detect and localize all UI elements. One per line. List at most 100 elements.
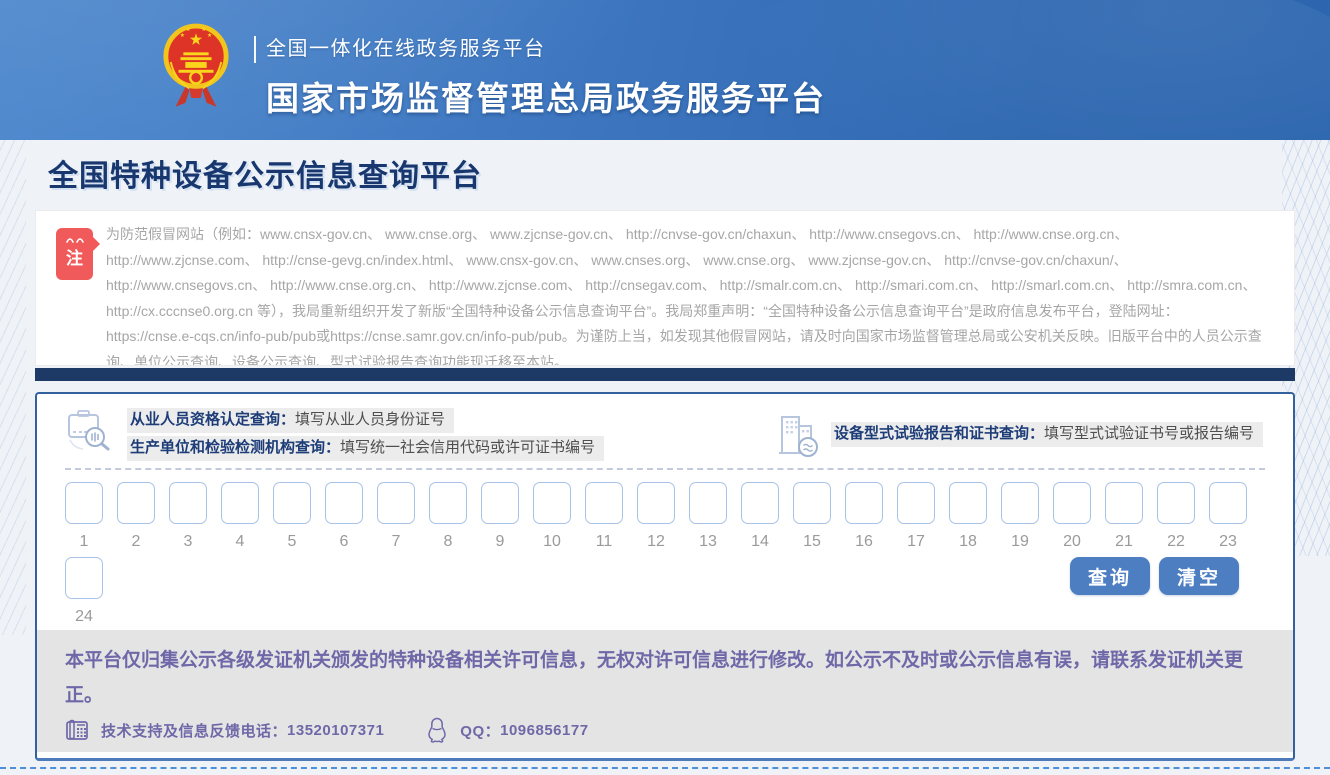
code-cell-input[interactable]	[325, 482, 363, 524]
code-cell-input[interactable]	[377, 482, 415, 524]
dashed-divider	[65, 468, 1265, 470]
footer-panel: 本平台仅归集公示各级发证机关颁发的特种设备相关许可信息，无权对许可信息进行修改。…	[37, 630, 1293, 752]
code-cell-input[interactable]	[481, 482, 519, 524]
query-panel: 从业人员资格认定查询：填写从业人员身份证号 生产单位和检验检测机构查询：填写统一…	[35, 392, 1295, 761]
anti-fake-notice-panel: 注 为防范假冒网站（例如：www.cnsx-gov.cn、 www.cnse.o…	[35, 210, 1295, 366]
device-query-label: 设备型式试验报告和证书查询：	[834, 425, 1044, 442]
unit-query-label-chip: 生产单位和检验检测机构查询：填写统一社会信用代码或许可证书编号	[127, 436, 604, 461]
code-cell-input[interactable]	[273, 482, 311, 524]
squint-face-icon	[64, 235, 86, 244]
code-cell-number: 12	[637, 532, 675, 551]
phone-label: 技术支持及信息反馈电话：	[101, 720, 287, 741]
code-cell-input[interactable]	[585, 482, 623, 524]
code-cell-input[interactable]	[1157, 482, 1195, 524]
svg-text:★: ★	[186, 26, 191, 33]
code-cell-number: 6	[325, 532, 363, 551]
code-cell-input[interactable]	[1053, 482, 1091, 524]
id-card-magnifier-icon	[65, 408, 113, 454]
code-cell-input[interactable]	[741, 482, 779, 524]
code-cell-unit: 7	[377, 482, 415, 551]
page-title: 全国特种设备公示信息查询平台	[48, 151, 482, 195]
code-cell-unit: 17	[897, 482, 935, 551]
code-cell-unit: 1	[65, 482, 103, 551]
person-query-label: 从业人员资格认定查询：	[130, 411, 295, 428]
code-cell-input[interactable]	[949, 482, 987, 524]
code-cell-number: 5	[273, 532, 311, 551]
code-cell-input[interactable]	[65, 557, 103, 599]
code-cell-input[interactable]	[429, 482, 467, 524]
code-cell-number: 14	[741, 532, 779, 551]
qq-number: 1096856177	[500, 722, 588, 739]
code-cell-input[interactable]	[221, 482, 259, 524]
unit-query-hint: 填写统一社会信用代码或许可证书编号	[340, 439, 595, 456]
code-cell-input[interactable]	[845, 482, 883, 524]
code-cells-list: 123456789101112131415161718192021222324	[65, 482, 1257, 626]
code-cell-input[interactable]	[1001, 482, 1039, 524]
code-cell-unit: 3	[169, 482, 207, 551]
svg-text:★: ★	[201, 26, 206, 33]
code-cell-number: 7	[377, 532, 415, 551]
search-button[interactable]: 查询	[1070, 557, 1150, 595]
code-cell-unit: 13	[689, 482, 727, 551]
notice-badge-label: 注	[56, 249, 93, 269]
code-cell-number: 20	[1053, 532, 1091, 551]
code-cell-unit: 10	[533, 482, 571, 551]
clear-button[interactable]: 清空	[1159, 557, 1239, 595]
code-cell-number: 4	[221, 532, 259, 551]
code-cell-number: 8	[429, 532, 467, 551]
code-cell-number: 10	[533, 532, 571, 551]
action-buttons: 查询 清空	[1070, 557, 1239, 595]
national-platform-title: 全国一体化在线政务服务平台	[254, 36, 826, 63]
code-cell-input[interactable]	[897, 482, 935, 524]
code-cell-input[interactable]	[1105, 482, 1143, 524]
code-cell-number: 19	[1001, 532, 1039, 551]
code-cell-unit: 15	[793, 482, 831, 551]
code-cell-unit: 11	[585, 482, 623, 551]
code-cell-unit: 9	[481, 482, 519, 551]
code-cell-number: 2	[117, 532, 155, 551]
code-cell-input[interactable]	[637, 482, 675, 524]
phone-number: 13520107371	[287, 722, 384, 739]
code-cell-unit: 19	[1001, 482, 1039, 551]
code-cell-number: 3	[169, 532, 207, 551]
disclaimer-text: 本平台仅归集公示各级发证机关颁发的特种设备相关许可信息，无权对许可信息进行修改。…	[65, 643, 1265, 713]
code-cell-unit: 20	[1053, 482, 1091, 551]
code-cell-number: 1	[65, 532, 103, 551]
national-emblem-icon: ★ ★ ★ ★	[162, 12, 230, 116]
code-cell-number: 22	[1157, 532, 1195, 551]
code-cell-unit: 23	[1209, 482, 1247, 551]
device-query-hint: 填写型式试验证书号或报告编号	[1044, 425, 1254, 442]
code-cell-unit: 22	[1157, 482, 1195, 551]
code-cell-input[interactable]	[169, 482, 207, 524]
code-cell-input[interactable]	[117, 482, 155, 524]
code-entry-area: 123456789101112131415161718192021222324 …	[65, 482, 1265, 626]
person-query-hint: 填写从业人员身份证号	[295, 411, 445, 428]
code-cell-unit: 4	[221, 482, 259, 551]
code-cell-number: 13	[689, 532, 727, 551]
site-header: ★ ★ ★ ★ 全国一体化在线政务服务平台 国家市场监督管理总局政务服务平台	[0, 0, 1330, 140]
code-cell-unit: 5	[273, 482, 311, 551]
code-cell-unit: 14	[741, 482, 779, 551]
code-cell-number: 24	[65, 607, 103, 626]
notice-text: 为防范假冒网站（例如：www.cnsx-gov.cn、 www.cnse.org…	[106, 211, 1294, 366]
navy-divider-bar	[35, 368, 1295, 381]
code-cell-number: 16	[845, 532, 883, 551]
svg-text:★: ★	[180, 32, 185, 39]
code-cell-input[interactable]	[689, 482, 727, 524]
unit-query-label: 生产单位和检验检测机构查询：	[130, 439, 340, 456]
code-cell-number: 18	[949, 532, 987, 551]
fax-phone-icon	[65, 719, 89, 741]
bottom-dashed-line	[0, 767, 1330, 769]
code-cell-number: 11	[585, 532, 623, 551]
qq-label: QQ：	[460, 720, 500, 741]
code-cell-input[interactable]	[533, 482, 571, 524]
notice-badge-icon: 注	[56, 228, 93, 280]
code-cell-input[interactable]	[1209, 482, 1247, 524]
device-query-label-chip: 设备型式试验报告和证书查询：填写型式试验证书号或报告编号	[831, 422, 1263, 447]
code-cell-input[interactable]	[793, 482, 831, 524]
qq-group: QQ： 1096856177	[426, 717, 588, 743]
device-query-group: 设备型式试验报告和证书查询：填写型式试验证书号或报告编号	[777, 410, 1263, 458]
code-cell-number: 15	[793, 532, 831, 551]
code-cell-number: 9	[481, 532, 519, 551]
code-cell-input[interactable]	[65, 482, 103, 524]
